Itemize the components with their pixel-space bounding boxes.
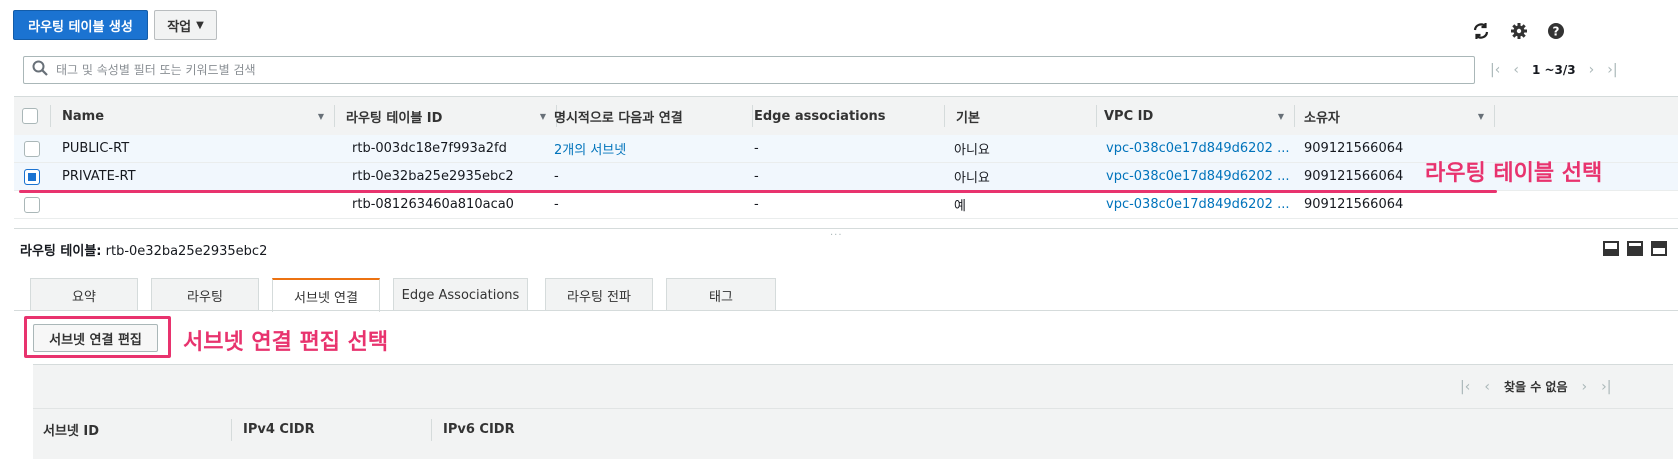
- cell-vpc-link[interactable]: vpc-038c0e17d849d6202 ...: [1106, 163, 1290, 190]
- layout-top-icon[interactable]: [1651, 241, 1667, 256]
- first-page-icon[interactable]: |‹: [1460, 379, 1470, 395]
- page-count: 1 ~3/3: [1531, 63, 1576, 77]
- refresh-icon[interactable]: [1470, 20, 1492, 42]
- actions-dropdown-button[interactable]: 작업 ▼: [154, 10, 217, 40]
- column-header-edge-associations[interactable]: Edge associations: [754, 97, 944, 135]
- cell-explicit-association: -: [554, 169, 559, 184]
- cell-owner: 909121566064: [1304, 141, 1404, 156]
- tab-route-propagation[interactable]: 라우팅 전파: [545, 278, 653, 311]
- help-icon[interactable]: ?: [1545, 20, 1567, 42]
- cell-edge: -: [754, 141, 759, 156]
- resize-handle-icon[interactable]: ···: [830, 230, 843, 241]
- detail-title: 라우팅 테이블: rtb-0e32ba25e2935ebc2: [20, 240, 267, 259]
- prev-page-icon[interactable]: ‹: [1513, 62, 1519, 78]
- cell-vpc-link[interactable]: vpc-038c0e17d849d6202 ...: [1106, 191, 1290, 218]
- cell-main: 예: [954, 199, 966, 214]
- last-page-icon[interactable]: ›|: [1601, 379, 1611, 395]
- pagination: |‹ ‹ 1 ~3/3 › ›|: [1490, 62, 1618, 78]
- annotation-underline: [19, 190, 1497, 193]
- tab-summary[interactable]: 요약: [30, 278, 138, 311]
- column-header-name[interactable]: Name ▼: [62, 97, 334, 135]
- annotation-highlight-box: [24, 316, 171, 358]
- actions-label: 작업: [167, 19, 192, 35]
- search-icon: [32, 60, 48, 80]
- row-checkbox[interactable]: [24, 191, 40, 218]
- layout-bottom-icon[interactable]: [1603, 241, 1619, 256]
- column-header-ipv4-cidr[interactable]: IPv4 CIDR: [243, 409, 315, 449]
- cell-route-table-id: rtb-081263460a810aca0: [352, 197, 514, 212]
- search-input[interactable]: [56, 63, 1436, 77]
- tab-edge-associations[interactable]: Edge Associations: [393, 278, 528, 311]
- svg-text:?: ?: [1553, 25, 1560, 39]
- cell-explicit-association-link[interactable]: 2개의 서브넷: [554, 135, 626, 162]
- detail-title-label: 라우팅 테이블:: [20, 244, 102, 259]
- cell-owner: 909121566064: [1304, 197, 1404, 212]
- cell-route-table-id: rtb-003dc18e7f993a2fd: [352, 141, 507, 156]
- table-header: Name ▼ 라우팅 테이블 ID ▼ 명시적으로 다음과 연결 Edge asso…: [14, 96, 1678, 136]
- select-all-checkbox[interactable]: [22, 97, 38, 135]
- annotation-edit-select: 서브넷 연결 편집 선택: [183, 330, 389, 355]
- cell-route-table-id: rtb-0e32ba25e2935ebc2: [352, 169, 514, 184]
- first-page-icon[interactable]: |‹: [1490, 62, 1500, 78]
- chevron-down-icon: ▼: [196, 19, 204, 31]
- subnet-pagination: |‹ ‹ 찾을 수 없음 › ›|: [1460, 378, 1611, 395]
- not-found-text: 찾을 수 없음: [1503, 380, 1568, 394]
- annotation-route-table-select: 라우팅 테이블 선택: [1425, 161, 1603, 186]
- last-page-icon[interactable]: ›|: [1607, 62, 1617, 78]
- sort-caret-icon: ▼: [1277, 111, 1284, 121]
- cell-main: 아니요: [954, 171, 990, 186]
- cell-explicit-association: -: [554, 197, 559, 212]
- layout-split-icon[interactable]: [1627, 241, 1643, 256]
- row-checkbox[interactable]: [24, 135, 40, 162]
- sort-caret-icon: ▼: [1477, 111, 1484, 121]
- create-route-table-button[interactable]: 라우팅 테이블 생성: [13, 10, 148, 40]
- column-header-owner[interactable]: 소유자 ▼: [1304, 97, 1494, 135]
- column-header-route-table-id[interactable]: 라우팅 테이블 ID ▼: [346, 97, 556, 135]
- prev-page-icon[interactable]: ‹: [1484, 379, 1490, 395]
- tab-subnet-associations[interactable]: 서브넷 연결: [272, 278, 380, 312]
- next-page-icon[interactable]: ›: [1589, 62, 1595, 78]
- cell-vpc-link[interactable]: vpc-038c0e17d849d6202 ...: [1106, 135, 1290, 162]
- tabs-baseline: [14, 310, 1678, 311]
- split-divider: [14, 228, 1678, 229]
- detail-title-value: rtb-0e32ba25e2935ebc2: [105, 244, 268, 259]
- cell-owner: 909121566064: [1304, 169, 1404, 184]
- table-row[interactable]: rtb-081263460a810aca0 - - 예 vpc-038c0e17…: [14, 191, 1678, 219]
- column-header-ipv6-cidr[interactable]: IPv6 CIDR: [443, 409, 515, 449]
- cell-edge: -: [754, 169, 759, 184]
- tab-tags[interactable]: 태그: [666, 278, 776, 311]
- next-page-icon[interactable]: ›: [1582, 379, 1588, 395]
- sort-caret-icon: ▼: [539, 111, 546, 121]
- search-bar[interactable]: [23, 56, 1475, 84]
- gear-icon[interactable]: [1508, 20, 1530, 42]
- subnet-table-header: 서브넷 ID IPv4 CIDR IPv6 CIDR: [33, 408, 1673, 448]
- row-checkbox[interactable]: [24, 163, 40, 190]
- cell-name: PUBLIC-RT: [62, 141, 130, 156]
- column-header-vpc-id[interactable]: VPC ID ▼: [1104, 97, 1294, 135]
- tab-routes[interactable]: 라우팅: [151, 278, 259, 311]
- column-header-subnet-id[interactable]: 서브넷 ID: [43, 409, 99, 449]
- column-header-main[interactable]: 기본: [956, 97, 1096, 135]
- sort-caret-icon: ▼: [317, 111, 324, 121]
- cell-name: PRIVATE-RT: [62, 169, 136, 184]
- cell-main: 아니요: [954, 143, 990, 158]
- column-header-explicit-association[interactable]: 명시적으로 다음과 연결: [554, 97, 744, 135]
- cell-edge: -: [754, 197, 759, 212]
